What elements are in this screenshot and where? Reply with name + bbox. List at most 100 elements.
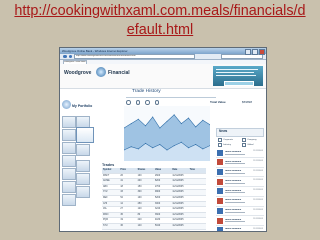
news-date: 11/11/2005 bbox=[253, 179, 263, 182]
chart-point bbox=[166, 120, 168, 122]
news-icon bbox=[217, 169, 223, 176]
table-row[interactable]: VWX 22 160 3520 11/11/2005 bbox=[102, 230, 206, 232]
portfolio-tile[interactable] bbox=[62, 142, 76, 154]
table-cell bbox=[189, 224, 206, 229]
news-text: News Headline bbox=[225, 180, 249, 184]
news-item[interactable]: News Headline 11/11/2005 bbox=[216, 168, 264, 178]
column-header[interactable]: Value bbox=[154, 168, 171, 173]
news-item[interactable]: News Headline 11/11/2005 bbox=[216, 148, 264, 159]
portfolio-tile[interactable] bbox=[62, 116, 76, 128]
news-summary-line bbox=[225, 231, 245, 232]
news-filter-option[interactable]: Corporate bbox=[218, 138, 236, 143]
maximize-icon[interactable] bbox=[252, 49, 258, 55]
news-title: News Headline bbox=[225, 150, 242, 153]
table-cell: 22 bbox=[120, 230, 123, 232]
trade-history-title: Trade History bbox=[132, 89, 161, 94]
portfolio-tile[interactable] bbox=[62, 155, 76, 167]
news-icon bbox=[217, 227, 223, 231]
news-item[interactable]: News Headline 11/11/2005 bbox=[216, 177, 264, 188]
range-radio[interactable] bbox=[145, 100, 150, 105]
table-cell: PQR bbox=[103, 219, 108, 222]
column-header[interactable]: Shares bbox=[137, 168, 154, 173]
table-cell: 11/11/2005 bbox=[172, 174, 184, 177]
table-cell: 100 bbox=[137, 174, 142, 177]
browser-title: Woodgrove Online Bank - Windows Internet… bbox=[62, 49, 128, 53]
table-cell: 11/11/2005 bbox=[172, 185, 184, 188]
portfolio-tile[interactable] bbox=[62, 168, 76, 180]
close-icon[interactable] bbox=[259, 49, 265, 55]
chart-point bbox=[152, 147, 154, 149]
user-avatar bbox=[62, 100, 71, 109]
table-cell: 2700 bbox=[154, 185, 161, 188]
table-cell: 80 bbox=[137, 213, 141, 216]
news-item[interactable]: News Headline 11/11/2005 bbox=[216, 216, 264, 226]
portfolio-tile-selected[interactable] bbox=[76, 127, 94, 143]
table-cell: 220 bbox=[137, 219, 142, 222]
news-icon bbox=[217, 188, 223, 195]
range-radio[interactable] bbox=[154, 100, 159, 105]
table-cell: ABC bbox=[103, 185, 108, 188]
table-cell: 11/11/2005 bbox=[172, 213, 184, 216]
chart-point bbox=[152, 116, 154, 118]
checkbox-icon[interactable] bbox=[218, 143, 223, 148]
table-cell: ACME bbox=[103, 180, 110, 183]
promo-button[interactable] bbox=[224, 81, 254, 86]
table-cell: 2600 bbox=[154, 174, 161, 177]
column-header[interactable]: Price bbox=[119, 168, 136, 173]
table-cell: MNO bbox=[103, 213, 109, 216]
promo-text-line bbox=[216, 72, 254, 74]
checkbox-icon[interactable] bbox=[242, 143, 247, 148]
trade-history-chart[interactable] bbox=[124, 106, 210, 161]
portfolio-tile[interactable] bbox=[76, 144, 90, 156]
range-radio[interactable] bbox=[126, 100, 131, 105]
news-item[interactable]: News Headline 11/11/2005 bbox=[216, 207, 264, 217]
slide-url-heading[interactable]: http://cookingwithxaml.com.meals/financi… bbox=[0, 2, 320, 40]
promo-banner[interactable] bbox=[213, 66, 263, 86]
news-filter-option[interactable]: Company bbox=[242, 138, 260, 143]
table-cell: GHI bbox=[103, 202, 108, 205]
news-filter-option[interactable]: Industry bbox=[218, 143, 236, 148]
news-item[interactable]: News Headline 11/11/2005 bbox=[216, 158, 264, 168]
range-radio[interactable] bbox=[135, 100, 140, 105]
table-cell bbox=[189, 202, 206, 207]
chart-point bbox=[137, 118, 139, 120]
portfolio-tile[interactable] bbox=[62, 129, 76, 141]
table-cell: 11/11/2005 bbox=[172, 180, 184, 183]
news-date: 11/11/2005 bbox=[253, 198, 263, 201]
checkbox-icon[interactable] bbox=[242, 138, 247, 143]
table-cell: 11/11/2005 bbox=[172, 219, 184, 222]
portfolio-tile[interactable] bbox=[62, 181, 76, 193]
table-cell: 19 bbox=[120, 219, 123, 222]
back-icon[interactable] bbox=[63, 54, 67, 59]
portfolio-tile[interactable] bbox=[76, 186, 90, 198]
brand-name-left: Woodgrove bbox=[64, 70, 92, 76]
news-icon bbox=[217, 198, 223, 205]
news-title: News Headline bbox=[225, 189, 242, 192]
column-header[interactable]: Symbol bbox=[102, 168, 119, 173]
news-icon bbox=[217, 217, 223, 224]
address-input[interactable]: http://www.cookingwithxaml.com/meals/fin… bbox=[74, 54, 195, 59]
news-title: News Headline bbox=[225, 160, 242, 163]
news-item[interactable]: News Headline 11/11/2005 bbox=[216, 187, 264, 197]
portfolio-tile[interactable] bbox=[76, 160, 90, 172]
portfolio-label: My Portfolio bbox=[72, 104, 93, 108]
forward-icon[interactable] bbox=[68, 54, 72, 59]
checkbox-icon[interactable] bbox=[218, 138, 223, 143]
column-header[interactable]: Date bbox=[171, 168, 188, 173]
minimize-icon[interactable] bbox=[245, 49, 251, 55]
news-summary-line bbox=[225, 221, 245, 223]
table-cell: 45 bbox=[120, 213, 123, 216]
table-cell: 5200 bbox=[154, 196, 161, 199]
browser-search-input[interactable] bbox=[221, 54, 263, 59]
news-item[interactable]: News Headline 11/11/2005 bbox=[216, 197, 264, 207]
chart-point bbox=[202, 148, 204, 150]
column-header[interactable]: Time bbox=[189, 168, 206, 173]
news-date: 11/11/2005 bbox=[253, 160, 263, 163]
news-filter-option[interactable]: Global bbox=[242, 143, 260, 148]
portfolio-tile[interactable] bbox=[62, 194, 76, 206]
table-cell bbox=[189, 207, 206, 212]
table-cell: 9900 bbox=[154, 191, 161, 194]
portfolio-tile[interactable] bbox=[76, 173, 90, 185]
news-item[interactable]: News Headline 11/11/2005 bbox=[216, 226, 264, 232]
chart-point bbox=[145, 125, 146, 127]
